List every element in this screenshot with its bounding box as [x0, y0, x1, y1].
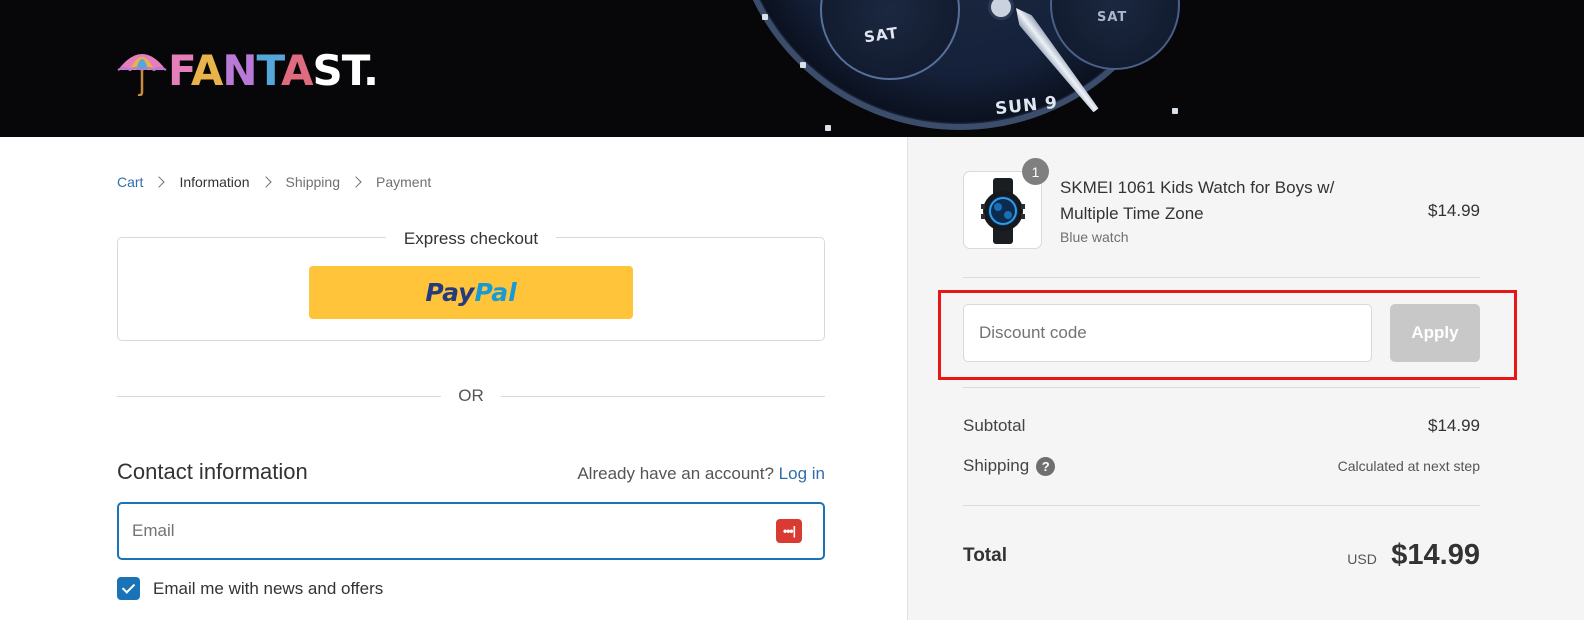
watch-tick [800, 62, 806, 68]
account-prompt-text: Already have an account? [577, 464, 774, 483]
subtotal-label: Subtotal [963, 416, 1026, 435]
newsletter-option[interactable]: Email me with news and offers [117, 577, 383, 600]
newsletter-label: Email me with news and offers [153, 578, 384, 598]
total-row: Total USD $14.99 [963, 539, 1480, 572]
breadcrumb-shipping: Shipping [285, 174, 341, 190]
breadcrumb: Cart Information Shipping Payment [117, 174, 431, 190]
quantity-badge: 1 [1022, 158, 1049, 185]
watch-tick [825, 125, 831, 131]
shipping-value: Calculated at next step [1337, 458, 1480, 474]
currency-code: USD [1347, 551, 1377, 567]
account-prompt: Already have an account? Log in [577, 464, 825, 484]
store-logo[interactable]: FANTAST. [116, 46, 379, 97]
breadcrumb-information: Information [179, 174, 250, 190]
logo-wordmark: FANTAST. [168, 46, 379, 96]
logo-letters: F [168, 46, 192, 95]
email-field-wrapper: •••| [117, 502, 825, 560]
shipping-label-group: Shipping ? [963, 456, 1056, 476]
apply-discount-button[interactable]: Apply [1390, 304, 1480, 362]
watch-sat-label-right: SAT [1097, 10, 1128, 25]
product-price: $14.99 [1428, 201, 1480, 220]
total-label: Total [963, 544, 1007, 566]
watch-product-image [981, 178, 1025, 244]
email-input[interactable] [119, 504, 739, 558]
express-checkout-section: Express checkout Pay Pal [117, 229, 825, 341]
order-summary: 1 SKMEI 1061 Kids Watch for Boys w/ Mult… [907, 137, 1584, 620]
summary-divider [963, 505, 1480, 506]
breadcrumb-payment: Payment [376, 174, 432, 190]
chevron-right-icon [259, 176, 272, 188]
logo-letters: T [256, 46, 282, 95]
express-checkout-title: Express checkout [385, 229, 557, 249]
product-variant: Blue watch [1060, 229, 1129, 245]
newsletter-checkbox[interactable] [117, 577, 140, 600]
or-line-right [501, 396, 825, 397]
watch-date: 9 [1044, 92, 1059, 114]
subtotal-value: $14.99 [1428, 416, 1480, 435]
discount-code-input[interactable] [963, 304, 1372, 362]
shipping-row: Shipping ? Calculated at next step [963, 456, 1480, 476]
paypal-logo-pal: Pal [474, 278, 517, 307]
or-text: OR [458, 386, 484, 405]
logo-letters: N [222, 46, 257, 95]
help-icon[interactable]: ? [1036, 456, 1056, 476]
total-amount-group: USD $14.99 [1347, 539, 1480, 572]
watch-tick [1172, 108, 1178, 114]
chevron-right-icon [153, 176, 166, 188]
subtotal-row: Subtotal $14.99 [963, 416, 1480, 436]
logo-letters: ST. [312, 46, 378, 95]
contact-information-heading: Contact information [117, 459, 308, 484]
or-divider: OR [117, 386, 825, 408]
shipping-label: Shipping [963, 456, 1030, 475]
product-title: SKMEI 1061 Kids Watch for Boys w/ Multip… [1060, 178, 1335, 223]
logo-letters: A [190, 46, 224, 95]
watch-tick [762, 14, 768, 20]
header-banner: SAT SAT SUN 9 FANTAST. [0, 0, 1584, 137]
or-line-left [117, 396, 441, 397]
login-link[interactable]: Log in [779, 464, 825, 483]
total-value: $14.99 [1391, 539, 1480, 571]
order-line-item: 1 SKMEI 1061 Kids Watch for Boys w/ Mult… [963, 158, 1480, 251]
umbrella-icon [116, 46, 168, 97]
summary-divider [963, 277, 1480, 278]
logo-letters: A [280, 46, 314, 95]
chevron-right-icon [350, 176, 362, 188]
paypal-logo-pay: Pay [425, 278, 475, 307]
summary-divider [963, 387, 1480, 388]
contact-header: Contact information Already have an acco… [117, 459, 825, 485]
breadcrumb-cart[interactable]: Cart [117, 174, 143, 190]
password-manager-icon[interactable]: •••| [776, 519, 802, 543]
paypal-button[interactable]: Pay Pal [309, 266, 633, 319]
